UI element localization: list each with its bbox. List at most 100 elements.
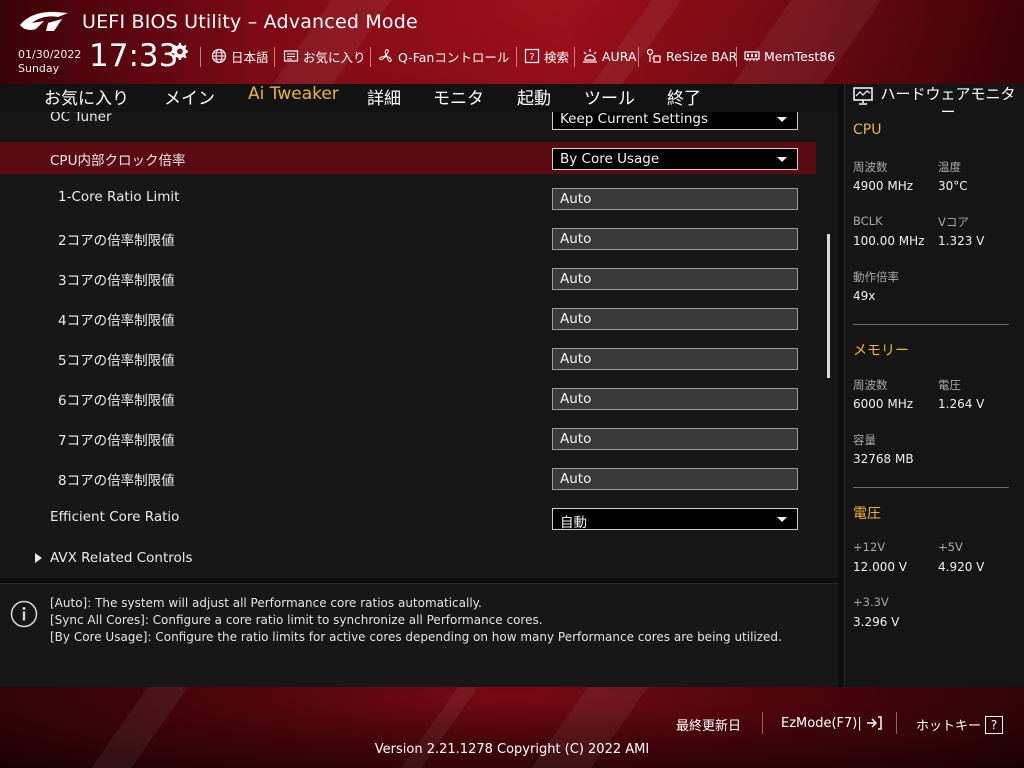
tab-boot[interactable]: 起動	[517, 84, 551, 110]
chevron-right-icon	[35, 553, 42, 563]
ratio-limit-input[interactable]: Auto	[552, 188, 798, 210]
setting-label: 3コアの倍率制限値	[58, 273, 175, 289]
setting-3-core-ratio-limit[interactable]: 3コアの倍率制限値 Auto	[0, 262, 816, 294]
setting-8-core-ratio-limit[interactable]: 8コアの倍率制限値 Auto	[0, 462, 816, 494]
cpu-vcore-label: Vコア	[938, 215, 969, 229]
resize-bar-icon	[646, 48, 661, 63]
setting-label: 8コアの倍率制限値	[58, 473, 175, 489]
info-icon	[10, 600, 38, 628]
setting-2-core-ratio-limit[interactable]: 2コアの倍率制限値 Auto	[0, 222, 816, 254]
cpu-freq-value: 4900 MHz	[853, 179, 914, 193]
setting-label: Efficient Core Ratio	[50, 509, 180, 525]
search-help-icon: ?	[524, 48, 540, 64]
setting-efficient-core-ratio[interactable]: Efficient Core Ratio 自動	[0, 502, 816, 534]
help-question-icon: ?	[985, 715, 1004, 734]
setting-label: 5コアの倍率制限値	[58, 353, 175, 369]
submenu-avx-related-controls[interactable]: AVX Related Controls	[0, 543, 816, 575]
voltage-3v3-value: 3.296 V	[853, 615, 900, 629]
qfan-control-button[interactable]: Q-Fanコントロール	[378, 47, 509, 65]
dropdown-value: By Core Usage	[560, 151, 660, 167]
tab-favorites[interactable]: お気に入り	[44, 84, 129, 110]
date-display: 01/30/2022	[18, 48, 82, 61]
help-text-line: [Sync All Cores]: Configure a core ratio…	[50, 613, 543, 627]
time-display: 17:33	[89, 38, 179, 74]
toolbar-divider	[638, 47, 639, 67]
toolbar-divider	[516, 47, 517, 67]
last-modified-button[interactable]: 最終更新日	[676, 715, 741, 734]
language-button[interactable]: 日本語	[211, 47, 269, 65]
cpu-section-heading: CPU	[853, 122, 882, 138]
help-info-panel: [Auto]: The system will adjust all Perfo…	[0, 583, 838, 687]
setting-label: 4コアの倍率制限値	[58, 313, 175, 329]
aura-icon	[583, 49, 597, 63]
cpu-temp-value: 30°C	[938, 179, 968, 193]
setting-label: 2コアの倍率制限値	[58, 233, 175, 249]
aura-button[interactable]: AURA	[582, 47, 636, 65]
globe-icon	[211, 48, 227, 64]
cpu-ratio-value: 49x	[853, 289, 876, 303]
favorites-label: お気に入り	[303, 49, 366, 65]
tab-exit[interactable]: 終了	[667, 84, 701, 110]
ratio-limit-input[interactable]: Auto	[552, 388, 798, 410]
voltage-12v-label: +12V	[853, 540, 886, 554]
search-label: 検索	[544, 49, 570, 65]
resize-bar-button[interactable]: ReSize BAR	[646, 47, 737, 65]
oc-tuner-dropdown[interactable]: Keep Current Settings	[552, 112, 798, 130]
toolbar-divider	[200, 47, 201, 67]
setting-7-core-ratio-limit[interactable]: 7コアの倍率制限値 Auto	[0, 422, 816, 454]
ratio-limit-input[interactable]: Auto	[552, 428, 798, 450]
setting-label: CPU内部クロック倍率	[50, 153, 186, 169]
aura-label: AURA	[602, 48, 637, 64]
toolbar-divider	[574, 47, 575, 67]
setting-1-core-ratio-limit[interactable]: 1-Core Ratio Limit Auto	[0, 182, 816, 214]
tab-main[interactable]: メイン	[164, 84, 215, 110]
ratio-limit-input[interactable]: Auto	[552, 308, 798, 330]
memory-capacity-label: 容量	[853, 433, 876, 447]
memory-volt-value: 1.264 V	[938, 397, 985, 411]
voltage-5v-value: 4.920 V	[938, 560, 985, 574]
voltage-section-heading: 電圧	[853, 506, 881, 522]
setting-4-core-ratio-limit[interactable]: 4コアの倍率制限値 Auto	[0, 302, 816, 334]
efficient-core-ratio-dropdown[interactable]: 自動	[552, 508, 798, 531]
memory-capacity-value: 32768 MB	[853, 452, 914, 466]
hardware-monitor-panel: ハードウェアモニター CPU 周波数 温度 4900 MHz 30°C BCLK…	[844, 84, 1024, 687]
settings-scrollbar[interactable]	[827, 234, 830, 378]
memory-volt-label: 電圧	[938, 378, 961, 392]
tab-monitor[interactable]: モニタ	[433, 84, 484, 110]
cpu-core-ratio-dropdown[interactable]: By Core Usage	[552, 148, 798, 170]
memtest86-button[interactable]: MemTest86	[744, 47, 835, 65]
qfan-control-label: Q-Fanコントロール	[398, 49, 510, 65]
favorites-button[interactable]: お気に入り	[283, 47, 366, 65]
ezmode-button[interactable]: EzMode(F7)|	[781, 715, 882, 731]
ezmode-label: EzMode(F7)|	[781, 715, 862, 731]
voltage-5v-label: +5V	[938, 540, 963, 554]
ratio-limit-input[interactable]: Auto	[552, 348, 798, 370]
voltage-12v-value: 12.000 V	[853, 560, 908, 574]
setting-cpu-core-ratio[interactable]: CPU内部クロック倍率 By Core Usage	[0, 142, 816, 174]
cpu-bclk-value: 100.00 MHz	[853, 234, 925, 248]
monitor-title: ハードウェアモニター	[880, 85, 1016, 121]
cpu-ratio-label: 動作倍率	[853, 270, 899, 284]
ratio-limit-input[interactable]: Auto	[552, 468, 798, 490]
setting-label: 7コアの倍率制限値	[58, 433, 175, 449]
submenu-label: AVX Related Controls	[50, 550, 193, 566]
setting-oc-tuner[interactable]: OC Tuner Keep Current Settings	[0, 112, 816, 134]
tab-tool[interactable]: ツール	[584, 84, 635, 110]
tab-ai-tweaker[interactable]: Ai Tweaker	[248, 84, 339, 114]
help-text-line: [Auto]: The system will adjust all Perfo…	[50, 596, 482, 610]
rog-logo-icon	[20, 11, 68, 31]
hotkeys-button[interactable]: ホットキー ?	[916, 715, 1004, 734]
search-button[interactable]: ? 検索	[524, 47, 569, 65]
memory-freq-label: 周波数	[853, 378, 888, 392]
toolbar-divider	[274, 47, 275, 67]
exit-arrow-icon	[866, 716, 882, 730]
chevron-down-icon	[777, 157, 787, 162]
setting-5-core-ratio-limit[interactable]: 5コアの倍率制限値 Auto	[0, 342, 816, 374]
setting-label: OC Tuner	[50, 112, 112, 125]
fan-icon	[379, 49, 392, 63]
ratio-limit-input[interactable]: Auto	[552, 228, 798, 250]
tab-advanced[interactable]: 詳細	[367, 84, 401, 110]
gear-icon[interactable]	[170, 42, 188, 60]
ratio-limit-input[interactable]: Auto	[552, 268, 798, 290]
setting-6-core-ratio-limit[interactable]: 6コアの倍率制限値 Auto	[0, 382, 816, 414]
